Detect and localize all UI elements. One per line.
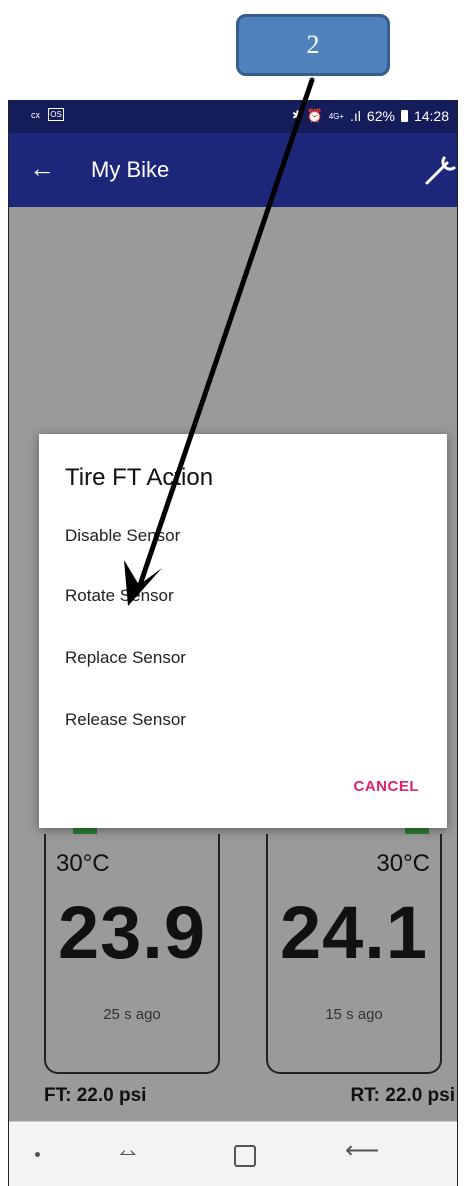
notification-icon: cx <box>31 109 40 120</box>
rear-tire-temperature: 30°C <box>376 850 430 877</box>
release-sensor-option[interactable]: Release Sensor <box>65 710 186 730</box>
disable-sensor-option[interactable]: Disable Sensor <box>65 526 180 546</box>
rear-tire-card[interactable]: 30°C 24.1 15 s ago <box>266 834 442 1074</box>
battery-level: 62% <box>366 108 395 124</box>
network-type: 4G+ <box>328 111 345 121</box>
back-icon[interactable]: ⟵ <box>345 1136 379 1165</box>
status-bar: cx OS ✱ ⏰ 4G+ .ıl 62% 14:28 <box>9 100 457 133</box>
front-tire-label: FT: 22.0 psi <box>44 1085 147 1106</box>
notification-chip-icon: OS <box>48 108 64 121</box>
nav-dot-icon <box>35 1152 40 1157</box>
wrench-icon[interactable] <box>423 149 457 189</box>
signal-icon: .ıl <box>350 108 361 124</box>
system-nav-bar: ⥎ ⟵ <box>9 1121 457 1186</box>
cancel-button[interactable]: CANCEL <box>354 778 420 795</box>
step-callout: 2 <box>236 14 390 76</box>
tire-action-dialog: Tire FT Action Disable Sensor Rotate Sen… <box>39 434 447 828</box>
page-title: My Bike <box>91 157 170 182</box>
rear-tire-label: RT: 22.0 psi <box>350 1085 455 1106</box>
dialog-title: Tire FT Action <box>65 464 214 491</box>
front-tire-pressure: 23.9 <box>57 891 207 974</box>
phone-screen: cx OS ✱ ⏰ 4G+ .ıl 62% 14:28 ← My Bike 30… <box>8 100 458 1186</box>
arrow-left-icon[interactable]: ← <box>29 155 55 181</box>
app-bar: ← My Bike <box>9 133 457 207</box>
home-icon[interactable] <box>234 1145 256 1167</box>
front-tire-last-update: 25 s ago <box>103 1006 161 1023</box>
rotate-sensor-option[interactable]: Rotate Sensor <box>65 586 174 606</box>
rear-tire-last-update: 15 s ago <box>325 1006 383 1023</box>
front-tire-card[interactable]: 30°C 23.9 25 s ago <box>44 834 220 1074</box>
clock: 14:28 <box>413 108 449 124</box>
bluetooth-alarm-icons: ✱ ⏰ <box>291 108 323 123</box>
battery-icon <box>400 110 408 122</box>
recent-apps-icon[interactable]: ⥎ <box>119 1140 137 1166</box>
front-tire-temperature: 30°C <box>56 850 110 877</box>
replace-sensor-option[interactable]: Replace Sensor <box>65 648 186 668</box>
rear-tire-pressure: 24.1 <box>279 891 429 974</box>
